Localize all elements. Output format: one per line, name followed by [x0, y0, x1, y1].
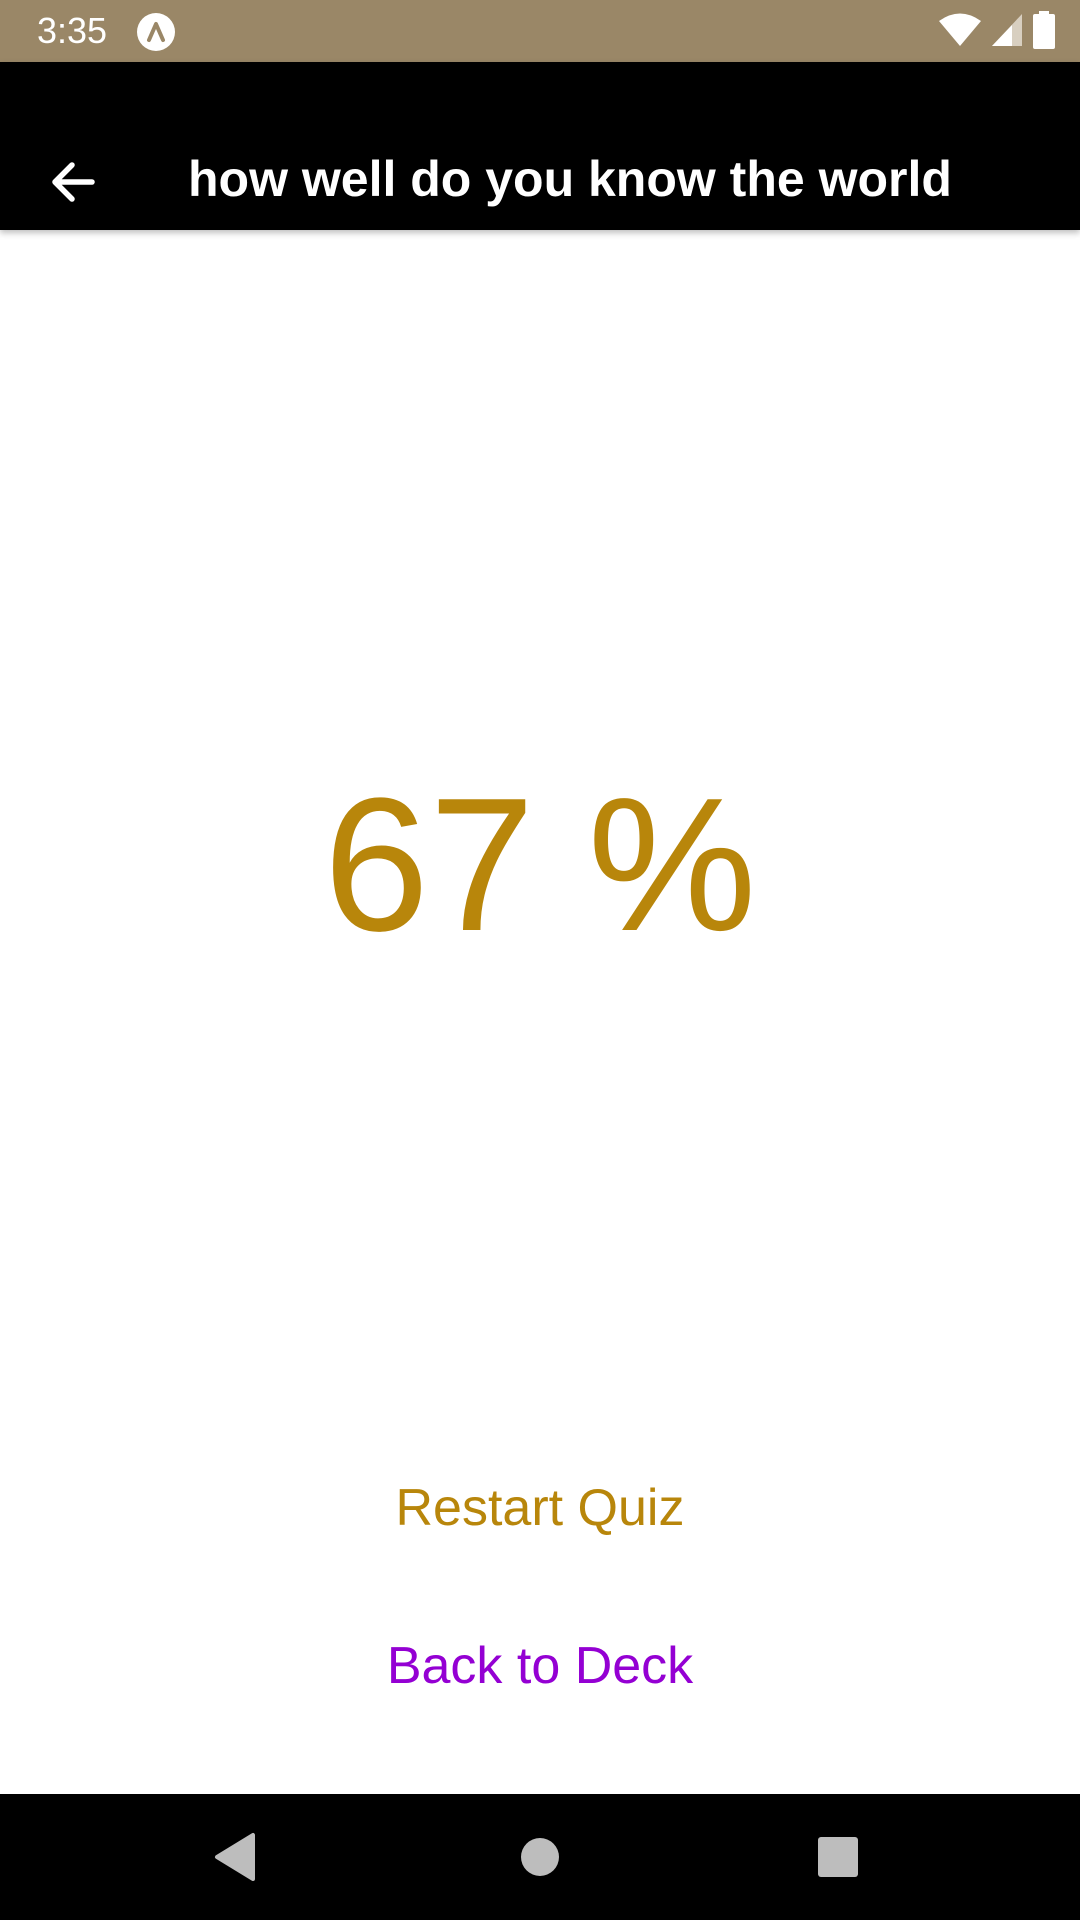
nav-recents-icon[interactable] [803, 1822, 873, 1892]
page-title: how well do you know the world [188, 151, 952, 207]
restart-quiz-button[interactable]: Restart Quiz [340, 1470, 740, 1546]
cellular-signal-icon [990, 12, 1024, 53]
app-notification-icon [137, 13, 175, 51]
back-to-deck-button[interactable]: Back to Deck [340, 1628, 740, 1704]
back-arrow-icon[interactable] [46, 154, 102, 210]
status-time: 3:35 [37, 10, 108, 51]
score-percentage: 67 % [323, 759, 757, 971]
screen: 3:35 how well do you know the world 67 %… [0, 0, 1080, 1920]
nav-home-icon[interactable] [505, 1822, 575, 1892]
wifi-icon [938, 12, 982, 53]
status-bar: 3:35 [0, 0, 1080, 62]
app-header: how well do you know the world [0, 62, 1080, 230]
nav-back-icon[interactable] [203, 1822, 273, 1892]
battery-icon [1032, 10, 1056, 54]
navigation-bar [0, 1794, 1080, 1920]
status-icons [938, 10, 1056, 54]
